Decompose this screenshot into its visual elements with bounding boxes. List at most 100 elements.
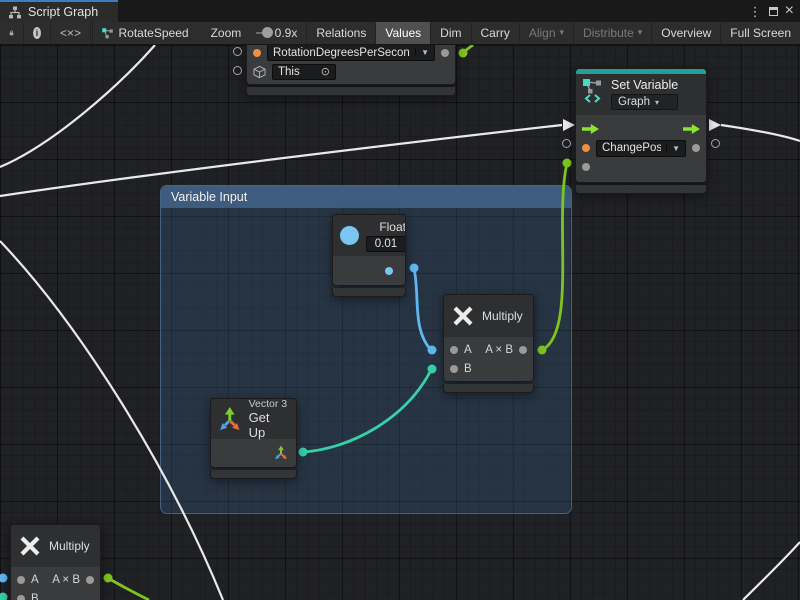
input-port[interactable] — [562, 139, 571, 148]
code-view-icon: <×> — [60, 26, 81, 40]
output-port[interactable] — [711, 139, 720, 148]
toolbar-button-align[interactable]: Align — [520, 22, 574, 44]
vector3-output-port[interactable] — [274, 445, 288, 461]
output-port[interactable] — [441, 49, 449, 57]
input-port-b[interactable] — [450, 365, 458, 373]
tab-bar: Script Graph ⋮ × — [0, 0, 800, 22]
output-port[interactable] — [519, 346, 527, 354]
tab-script-graph[interactable]: Script Graph — [0, 0, 118, 22]
node-footer — [332, 288, 406, 297]
wire-endpoint — [459, 49, 468, 58]
variable-name-dropdown[interactable]: RotationDegreesPerSecond ▼ — [267, 45, 435, 61]
node-vector3-get-up[interactable]: Vector 3 Get Up — [210, 398, 297, 479]
toolbar-button-carry[interactable]: Carry — [472, 22, 520, 44]
multiply-x-icon — [451, 304, 475, 328]
input-port[interactable] — [233, 66, 242, 75]
graph-asset-icon — [101, 27, 114, 40]
zoom-slider[interactable] — [256, 32, 264, 34]
set-variable-icon — [582, 78, 604, 104]
window-menu-icon[interactable]: ⋮ — [749, 5, 762, 18]
lock-button[interactable] — [0, 22, 24, 44]
target-object-value: This — [278, 66, 321, 78]
output-port[interactable] — [692, 144, 700, 152]
node-multiply-2[interactable]: Multiply A A × B B — [10, 524, 101, 600]
flow-arrowhead-out — [709, 119, 721, 131]
tab-title: Script Graph — [28, 5, 98, 19]
scope-value: Graph — [618, 96, 650, 108]
chevron-down-icon: ▼ — [415, 48, 429, 57]
port-label-out: A × B — [485, 344, 513, 356]
graph-hierarchy-icon — [8, 6, 22, 19]
group-header[interactable]: Variable Input — [161, 186, 571, 208]
value-port[interactable] — [582, 144, 590, 152]
port-label-out: A × B — [52, 574, 80, 586]
input-port-a[interactable] — [17, 576, 25, 584]
node-multiply[interactable]: Multiply A A × B B — [443, 294, 534, 393]
wire-endpoint — [0, 593, 8, 600]
script-graph-window: Script Graph ⋮ × i <×> — [0, 0, 800, 600]
input-port[interactable] — [582, 163, 590, 171]
input-port-b[interactable] — [17, 595, 25, 600]
node-title: Set Variable — [611, 78, 678, 92]
lock-icon — [9, 27, 14, 39]
toolbar-button-fullscreen[interactable]: Full Screen — [721, 22, 800, 44]
info-icon: i — [33, 27, 41, 39]
multiply-x-icon — [18, 534, 42, 558]
close-icon[interactable]: × — [785, 3, 794, 19]
node-footer — [210, 470, 297, 479]
output-port[interactable] — [385, 267, 393, 275]
node-title: Float — [379, 220, 406, 234]
node-float-literal[interactable]: Float 0.01 — [332, 214, 406, 297]
node-title: Multiply — [49, 539, 90, 553]
toolbar-button-overview[interactable]: Overview — [652, 22, 721, 44]
node-set-variable[interactable]: Set Variable Graph — [575, 68, 707, 194]
target-object-field[interactable]: This ⊙ — [272, 64, 336, 80]
info-button[interactable]: i — [24, 22, 51, 44]
port-label-b: B — [464, 363, 472, 375]
variable-name: RotationDegreesPerSecond — [273, 47, 410, 59]
wire-green-getvariable-output[interactable] — [463, 45, 473, 53]
toolbar-button-values[interactable]: Values — [376, 22, 431, 44]
float-value-field[interactable]: 0.01 — [366, 236, 406, 252]
node-get-variable[interactable]: RotationDegreesPerSecond ▼ This ⊙ — [246, 45, 456, 96]
flow-out-port[interactable] — [683, 124, 700, 134]
code-view-button[interactable]: <×> — [51, 22, 91, 44]
float-value: 0.01 — [375, 238, 397, 250]
variable-name-dropdown[interactable]: ChangePos ▼ — [596, 140, 686, 157]
flow-in-port[interactable] — [582, 124, 599, 134]
input-port[interactable] — [233, 47, 242, 56]
wire-endpoint — [563, 159, 572, 168]
vector3-axes-icon — [218, 406, 242, 433]
wire-multiply2-output[interactable] — [108, 578, 149, 600]
toolbar-button-distribute[interactable]: Distribute — [574, 22, 652, 44]
value-port[interactable] — [253, 49, 261, 57]
toolbar-button-relations[interactable]: Relations — [307, 22, 376, 44]
graph-reference-breadcrumb[interactable]: RotateSpeed — [93, 22, 197, 44]
variable-name: ChangePos — [602, 142, 661, 154]
float-type-icon — [340, 226, 359, 245]
group-title: Variable Input — [171, 190, 247, 204]
input-port-a[interactable] — [450, 346, 458, 354]
port-label-a: A — [31, 574, 39, 586]
variable-scope-dropdown[interactable]: Graph — [611, 94, 678, 110]
chevron-down-icon: ▼ — [666, 144, 680, 153]
wire-endpoint — [104, 574, 113, 583]
output-port[interactable] — [86, 576, 94, 584]
graph-canvas[interactable]: Variable Input — [0, 45, 800, 600]
wire-flow-out-of-set-variable[interactable] — [721, 125, 800, 141]
maximize-icon[interactable] — [769, 7, 778, 16]
toolbar-button-dim[interactable]: Dim — [431, 22, 471, 44]
zoom-label: Zoom — [197, 22, 251, 44]
port-label-a: A — [464, 344, 472, 356]
zoom-value: 0.9x — [273, 22, 308, 44]
graph-name: RotateSpeed — [119, 26, 189, 40]
node-footer — [575, 185, 707, 194]
graph-toolbar: i <×> RotateSpeed Zoom 0.9x Relations Va… — [0, 22, 800, 45]
wire-white-topleft[interactable] — [0, 45, 155, 167]
node-title: Multiply — [482, 309, 523, 323]
port-label-b: B — [31, 593, 39, 600]
node-footer — [246, 87, 456, 96]
wire-white-bottomright[interactable] — [743, 542, 800, 600]
gameobject-cube-icon — [253, 65, 266, 79]
object-picker-icon[interactable]: ⊙ — [321, 65, 330, 78]
